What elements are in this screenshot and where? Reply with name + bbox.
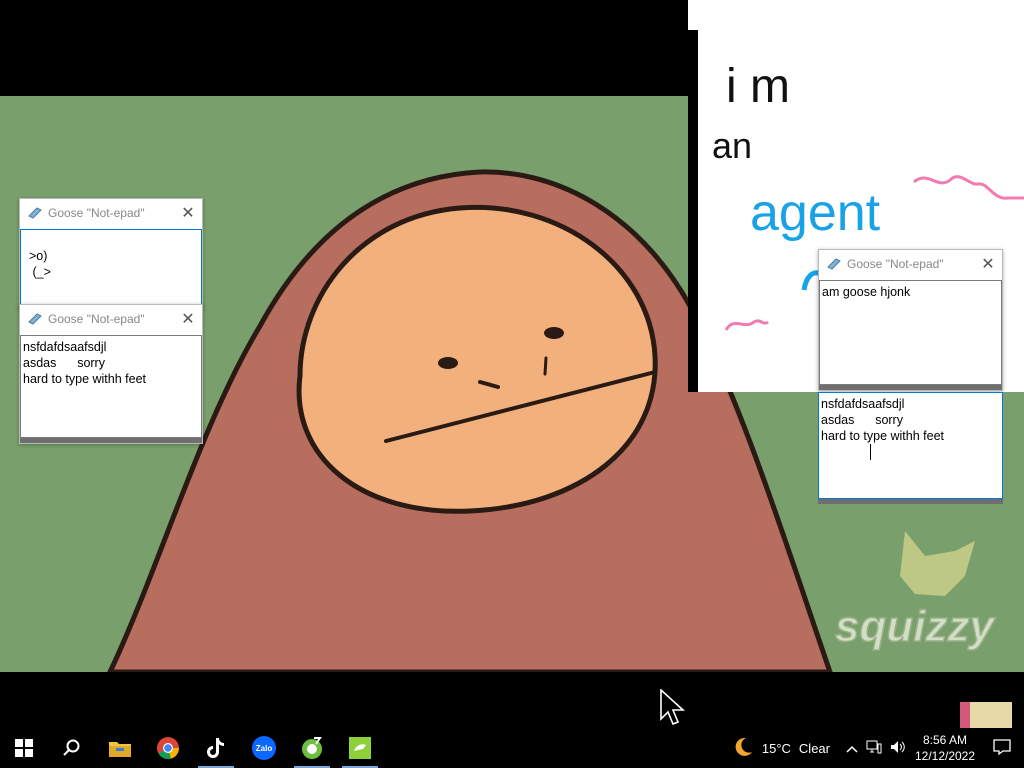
close-icon[interactable]: ✕ bbox=[974, 254, 1002, 274]
system-tray: 15°C Clear 8:56 AM 12/12/2022 bbox=[728, 728, 1024, 768]
handwritten-im: i m bbox=[726, 60, 790, 113]
window-title-bar[interactable]: Goose "Not-epad" ✕ bbox=[20, 305, 202, 333]
clock-date: 12/12/2022 bbox=[914, 749, 976, 763]
text-area[interactable]: am goose hjonk bbox=[819, 280, 1002, 385]
notepad-window[interactable]: nsfdafdsaafsdjl asdas sorry hard to type… bbox=[818, 392, 1003, 504]
green-app-icon[interactable] bbox=[288, 728, 336, 768]
close-icon[interactable]: ✕ bbox=[174, 203, 202, 223]
notepad-window[interactable]: Goose "Not-epad" ✕ >o) (_> bbox=[19, 198, 203, 310]
watermark-text: squizzy bbox=[835, 602, 996, 651]
notepad-icon bbox=[28, 207, 42, 219]
taskbar: Zalo 15°C Clear 8:56 AM 12/12/2022 bbox=[0, 728, 1024, 768]
handwritten-an: an bbox=[712, 125, 752, 166]
chrome-icon[interactable] bbox=[144, 728, 192, 768]
text-area[interactable]: nsfdafdsaafsdjl asdas sorry hard to type… bbox=[818, 392, 1003, 499]
notepad-window[interactable]: Goose "Not-epad" ✕ nsfdafdsaafsdjl asdas… bbox=[19, 304, 203, 444]
text-area[interactable]: nsfdafdsaafsdjl asdas sorry hard to type… bbox=[20, 335, 202, 438]
window-title: Goose "Not-epad" bbox=[48, 312, 145, 326]
goose-app-icon[interactable] bbox=[336, 728, 384, 768]
weather-temp[interactable]: 15°C bbox=[758, 741, 795, 756]
window-title: Goose "Not-epad" bbox=[847, 257, 944, 271]
window-bottom-edge bbox=[819, 385, 1002, 390]
handwritten-agent: agent bbox=[750, 184, 881, 242]
text-area[interactable]: >o) (_> bbox=[20, 229, 202, 309]
mouse-cursor-icon bbox=[660, 689, 686, 726]
clock-time: 8:56 AM bbox=[922, 733, 968, 747]
system-clock[interactable]: 8:56 AM 12/12/2022 bbox=[910, 732, 980, 764]
volume-icon[interactable] bbox=[886, 740, 910, 757]
window-title-bar[interactable]: Goose "Not-epad" ✕ bbox=[20, 199, 202, 227]
search-icon[interactable] bbox=[48, 728, 96, 768]
window-title-bar[interactable]: Goose "Not-epad" ✕ bbox=[819, 250, 1002, 278]
window-bottom-edge bbox=[818, 499, 1003, 504]
zalo-icon[interactable]: Zalo bbox=[240, 728, 288, 768]
weather-condition[interactable]: Clear bbox=[795, 741, 834, 756]
chevron-up-icon[interactable] bbox=[842, 741, 862, 756]
windows-start-icon[interactable] bbox=[0, 728, 48, 768]
window-bottom-edge bbox=[20, 438, 202, 443]
window-title: Goose "Not-epad" bbox=[48, 206, 145, 220]
notepad-icon bbox=[827, 258, 841, 270]
moon-icon[interactable] bbox=[728, 736, 758, 761]
file-explorer-icon[interactable] bbox=[96, 728, 144, 768]
network-icon[interactable] bbox=[862, 740, 886, 757]
goose-thumbnail bbox=[960, 702, 1012, 730]
close-icon[interactable]: ✕ bbox=[174, 309, 202, 329]
text-cursor bbox=[870, 444, 871, 460]
notepad-icon bbox=[28, 313, 42, 325]
tiktok-icon[interactable] bbox=[192, 728, 240, 768]
notification-icon[interactable] bbox=[980, 738, 1024, 758]
notepad-window[interactable]: Goose "Not-epad" ✕ am goose hjonk bbox=[818, 249, 1003, 391]
